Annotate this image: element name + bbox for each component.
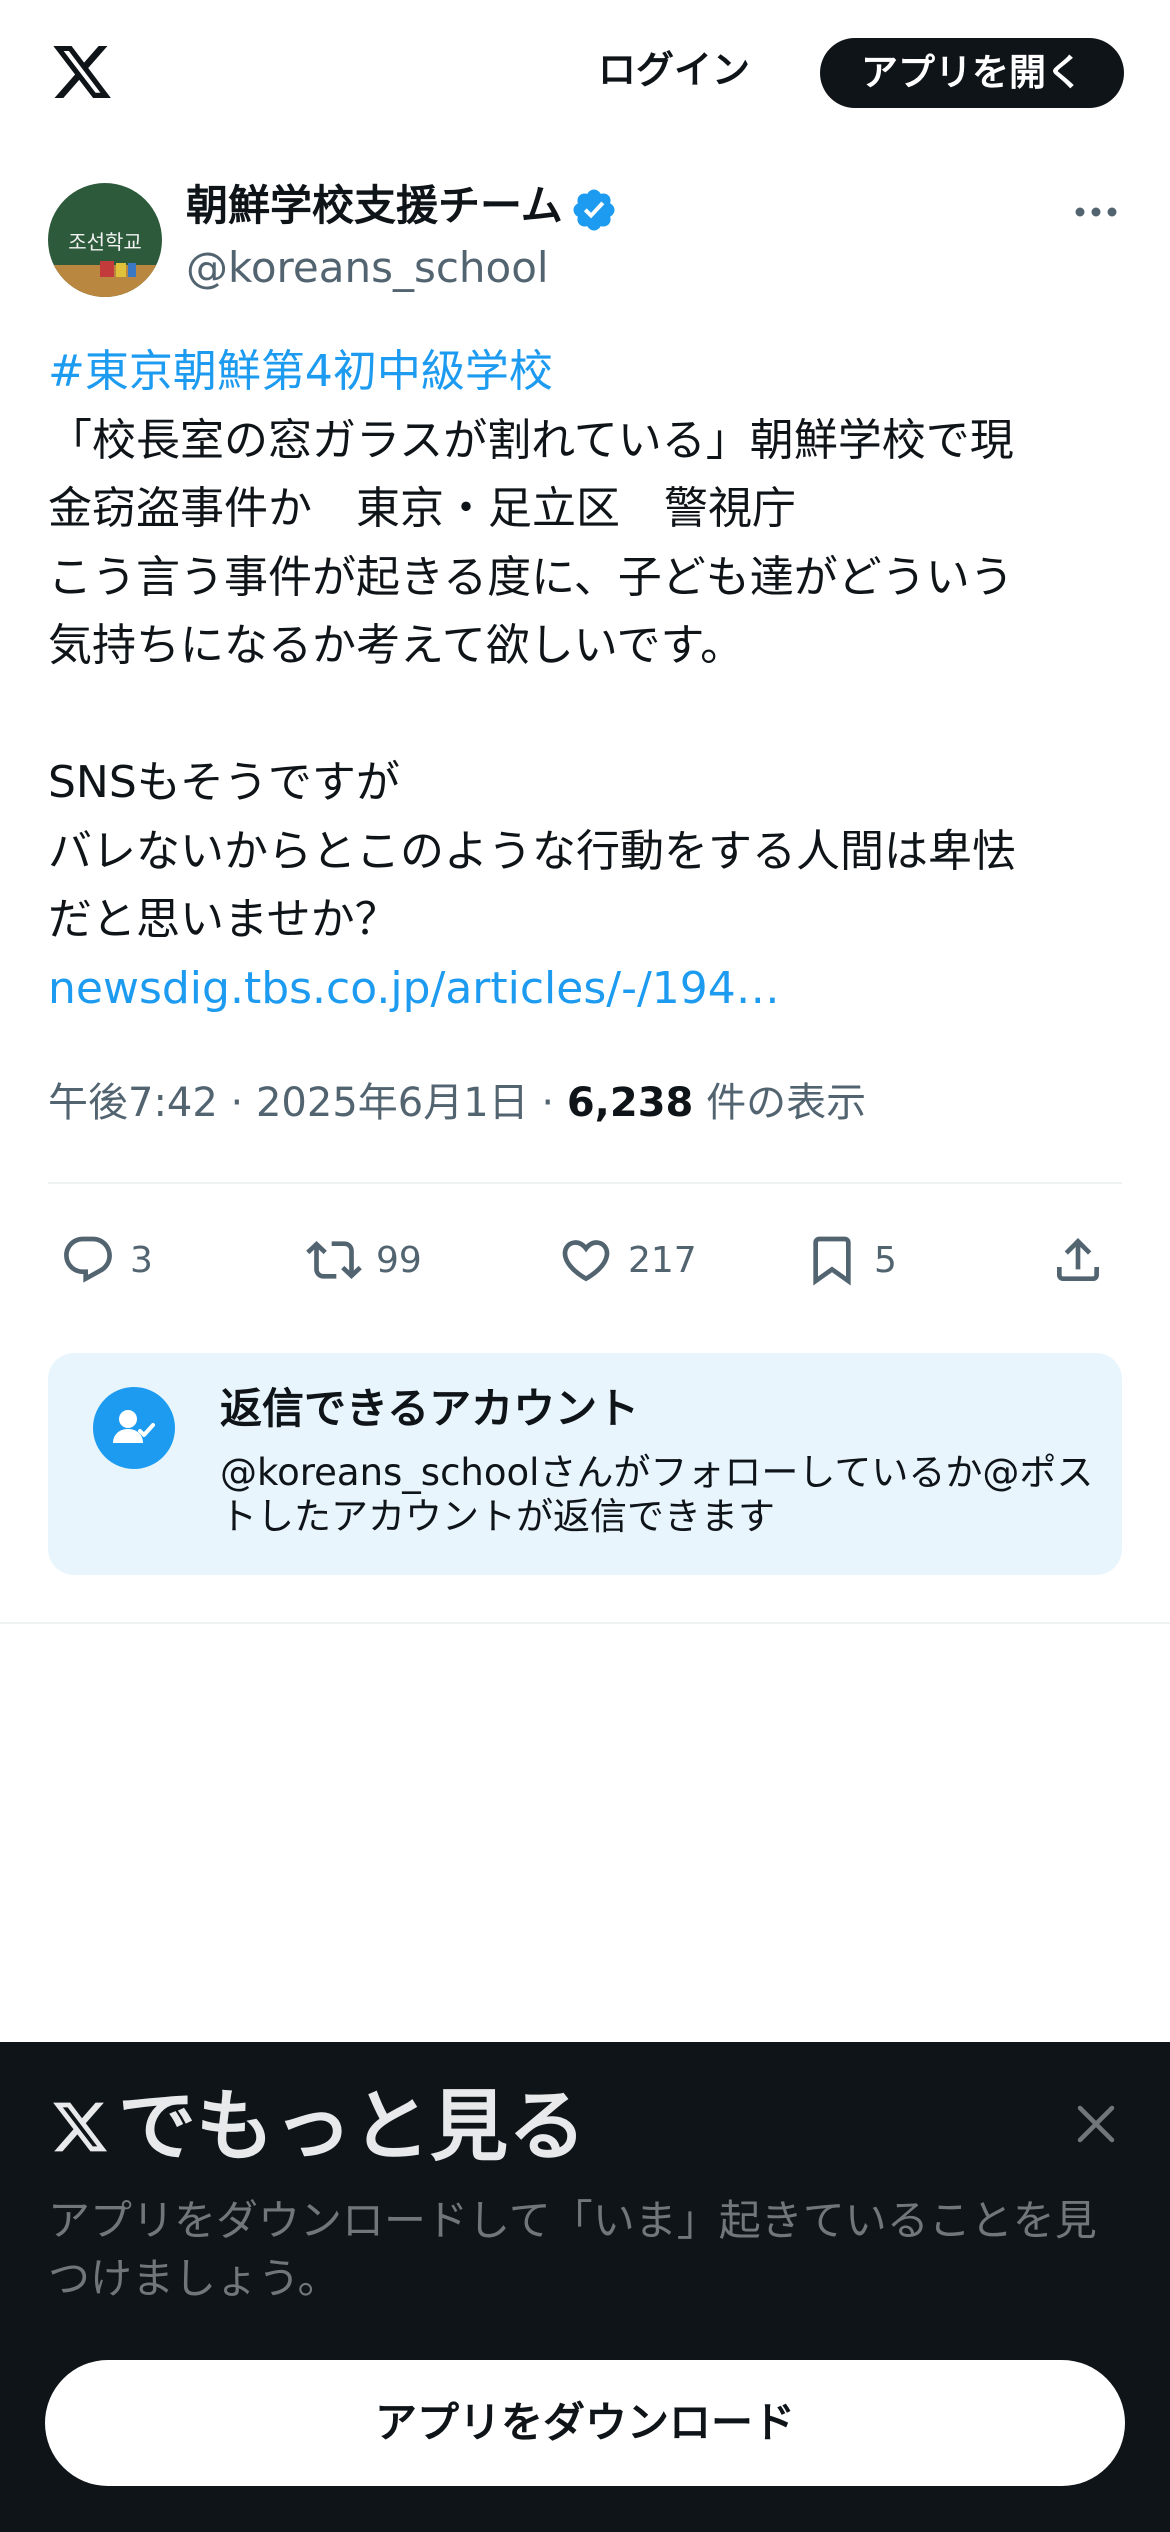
close-icon[interactable] — [1070, 2098, 1122, 2150]
like-count: 217 — [628, 1239, 697, 1281]
meta-separator: · — [230, 1080, 244, 1126]
x-logo-icon[interactable] — [48, 40, 116, 104]
download-app-button[interactable]: アプリをダウンロード — [45, 2360, 1125, 2486]
post-text-line: だと思いませか？ — [48, 894, 399, 945]
post-time[interactable]: 午後7:42 — [48, 1080, 218, 1126]
meta-separator: · — [541, 1080, 555, 1126]
views-count: 6,238 — [566, 1080, 694, 1126]
reply-restriction-icon — [93, 1387, 175, 1469]
share-button[interactable] — [1050, 1215, 1106, 1305]
share-icon — [1057, 1238, 1099, 1281]
top-bar: ログイン アプリを開く — [0, 0, 1170, 150]
post-text: #東京朝鮮第4初中級学校 「校長室の窓ガラスが割れている」朝鮮学校で現 金窃盗事… — [48, 338, 1128, 1023]
reply-icon — [64, 1236, 112, 1283]
reply-button[interactable]: 3 — [60, 1215, 153, 1305]
post-actions: 3 99 217 5 — [0, 1215, 1170, 1305]
like-button[interactable]: 217 — [558, 1215, 697, 1305]
repost-button[interactable]: 99 — [306, 1215, 422, 1305]
author-handle[interactable]: @koreans_school — [186, 240, 549, 296]
post-meta: 午後7:42 · 2025年6月1日 · 6,238 件の表示 — [48, 1075, 866, 1131]
post-text-line: こう言う事件が起きる度に、子ども達がどういう — [48, 551, 1014, 603]
post-text-line: 金窃盗事件か 東京・足立区 警視庁 — [48, 483, 796, 534]
repost-count: 99 — [376, 1239, 422, 1281]
post-text-line: バレないからとこのような行動をする人間は卑怯 — [48, 825, 1016, 877]
article-link[interactable]: newsdig.tbs.co.jp/articles/-/194… — [48, 955, 1128, 1024]
post-text-line: 「校長室の窓ガラスが割れている」朝鮮学校で現 — [48, 414, 1014, 466]
x-logo-icon — [53, 2102, 108, 2152]
reply-restriction-card: 返信できるアカウント @koreans_schoolさんがフォローしているか@ポ… — [48, 1353, 1122, 1575]
repost-icon — [306, 1241, 362, 1279]
avatar-text: 조선학교 — [68, 230, 142, 254]
heart-icon — [562, 1240, 610, 1282]
verified-badge-icon — [573, 189, 615, 231]
reply-restriction-description: @koreans_schoolさんがフォローしているか@ポストしたアカウントが返… — [220, 1451, 1094, 1538]
views-label: 件の表示 — [706, 1080, 867, 1126]
reply-count: 3 — [130, 1239, 153, 1281]
sheet-description: アプリをダウンロードして「いま」起きていることを見つけましょう。 — [48, 2196, 1097, 2303]
sheet-title-text: でもっと見る — [118, 2082, 587, 2172]
open-app-button[interactable]: アプリを開く — [820, 38, 1124, 108]
author-display-name[interactable]: 朝鮮学校支援チーム — [186, 178, 563, 234]
post-text-spacer — [48, 681, 1128, 750]
bottom-sheet: でもっと見る アプリをダウンロードして「いま」起きていることを見つけましょう。 … — [0, 2042, 1170, 2532]
login-link[interactable]: ログイン — [598, 40, 750, 100]
more-options-icon[interactable] — [1070, 190, 1122, 234]
post-text-line: SNSもそうですが — [48, 757, 400, 808]
bookmark-icon — [813, 1236, 851, 1286]
avatar[interactable]: 조선학교 — [48, 183, 162, 297]
bookmark-button[interactable]: 5 — [804, 1215, 897, 1305]
divider — [0, 1622, 1170, 1624]
sheet-title: でもっと見る — [48, 2072, 586, 2182]
hashtag-link[interactable]: #東京朝鮮第4初中級学校 — [48, 338, 1128, 407]
reply-restriction-title: 返信できるアカウント — [220, 1384, 640, 1433]
bookmark-count: 5 — [874, 1239, 897, 1281]
post-text-line: 気持ちになるか考えて欲しいです。 — [48, 620, 745, 671]
divider — [48, 1182, 1122, 1184]
post-date[interactable]: 2025年6月1日 — [256, 1080, 529, 1126]
